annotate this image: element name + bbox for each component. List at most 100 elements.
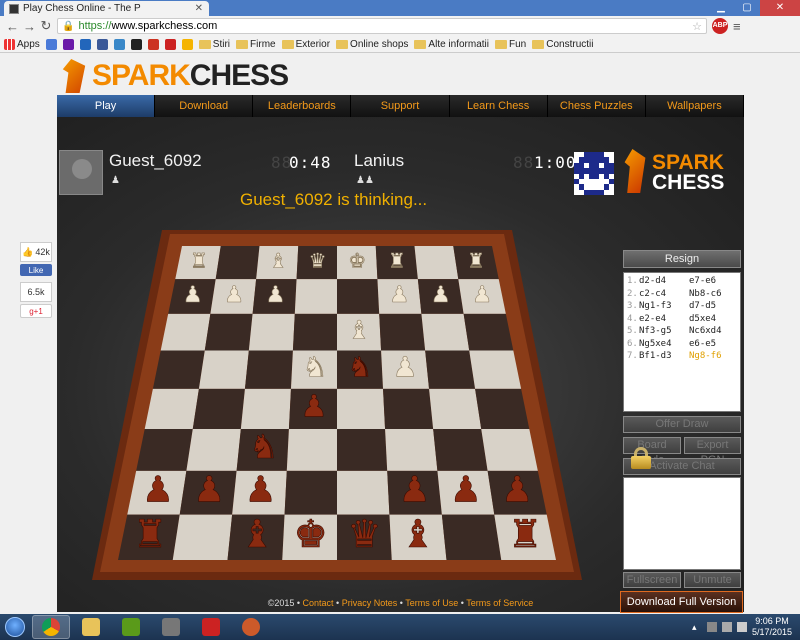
dark-piece[interactable]: ♟: [398, 469, 431, 511]
bookmark-icon-1[interactable]: [45, 38, 57, 50]
adblock-icon[interactable]: ABP: [712, 18, 728, 34]
board-square[interactable]: [244, 350, 293, 389]
dark-piece[interactable]: ♝: [240, 513, 275, 558]
dark-piece[interactable]: ♟: [193, 469, 226, 511]
nav-leaderboards[interactable]: Leaderboards: [253, 95, 352, 117]
light-piece[interactable]: ♟: [430, 282, 451, 309]
dark-piece[interactable]: ♟: [244, 469, 277, 511]
nav-play[interactable]: Play: [57, 95, 156, 117]
bookmark-icon-4[interactable]: [96, 38, 108, 50]
move-row[interactable]: 3. Ng1-f3 d7-d5: [627, 300, 737, 313]
tray-network-icon[interactable]: [721, 622, 732, 632]
bookmark-icon-6[interactable]: [130, 38, 142, 50]
facebook-like-button[interactable]: Like: [20, 264, 52, 276]
url-field[interactable]: 🔒 https://www.sparkchess.com ☆: [57, 18, 707, 34]
unmute-button[interactable]: Unmute: [684, 572, 741, 588]
board-square[interactable]: [286, 429, 337, 471]
dark-piece[interactable]: ♟: [142, 469, 175, 511]
footer-link[interactable]: Privacy Notes: [342, 598, 398, 608]
board-square[interactable]: [463, 313, 514, 351]
start-button[interactable]: [0, 614, 30, 640]
dark-piece[interactable]: ♟: [501, 469, 534, 511]
light-piece[interactable]: ♚: [348, 248, 367, 273]
offer-draw-button[interactable]: Offer Draw: [623, 416, 741, 433]
board-square[interactable]: [136, 429, 193, 471]
120x-app-taskbar-icon[interactable]: [192, 615, 230, 639]
light-piece[interactable]: ♟: [182, 282, 203, 309]
light-piece[interactable]: ♟: [472, 282, 493, 309]
dark-piece[interactable]: ♛: [347, 513, 382, 558]
light-piece[interactable]: ♜: [467, 248, 486, 273]
explorer-taskbar-icon[interactable]: [72, 615, 110, 639]
bookmark-icon-2[interactable]: [62, 38, 74, 50]
board-square[interactable]: [337, 388, 386, 430]
tray-flag-icon[interactable]: [706, 622, 717, 632]
light-piece[interactable]: ♟: [392, 350, 418, 384]
dark-piece[interactable]: ♝: [401, 513, 436, 558]
chrome-taskbar-icon[interactable]: [32, 615, 70, 639]
light-piece[interactable]: ♟: [224, 282, 245, 309]
board-square[interactable]: [421, 313, 470, 351]
board-square[interactable]: [172, 514, 233, 560]
minimize-icon[interactable]: ▁: [708, 0, 734, 16]
board-square[interactable]: [337, 470, 390, 515]
tray-volume-icon[interactable]: [736, 622, 747, 632]
bookmark-icon-3[interactable]: [79, 38, 91, 50]
footer-link[interactable]: Terms of Use: [405, 598, 458, 608]
back-icon[interactable]: ←: [6, 19, 19, 34]
bookmark-firme[interactable]: Firme: [236, 39, 276, 50]
nav-download[interactable]: Download: [155, 95, 254, 117]
board-square[interactable]: [481, 429, 538, 471]
browser-tab[interactable]: Play Chess Online - The P ✕: [4, 1, 209, 16]
footer-link[interactable]: Terms of Service: [466, 598, 533, 608]
export-pgn-button[interactable]: Export PGN: [684, 437, 741, 466]
sparkchess-logo[interactable]: SPARKCHESS: [60, 58, 289, 94]
board-square[interactable]: [337, 429, 388, 471]
board-square[interactable]: [160, 313, 211, 351]
dark-piece[interactable]: ♟: [450, 469, 483, 511]
move-row[interactable]: 6. Ng5xe4 e6-e5: [627, 338, 737, 351]
board-square[interactable]: [192, 388, 245, 430]
bookmark-icon-8[interactable]: [164, 38, 176, 50]
board-square[interactable]: [441, 514, 502, 560]
move-row[interactable]: 4. e2-e4 d5xe4: [627, 313, 737, 326]
board-square[interactable]: [433, 429, 488, 471]
move-row[interactable]: 1. d2-d4 e7-e6: [627, 275, 737, 288]
maximize-icon[interactable]: ▢: [734, 0, 760, 16]
board-square[interactable]: [215, 246, 260, 280]
tab-close-icon[interactable]: ✕: [195, 3, 203, 14]
bookmark-star-icon[interactable]: ☆: [692, 20, 702, 33]
resign-button[interactable]: Resign: [623, 250, 741, 268]
bookmark-icon-9[interactable]: [181, 38, 193, 50]
board-square[interactable]: [385, 429, 438, 471]
footer-link[interactable]: Contact: [303, 598, 334, 608]
bookmark-stiri[interactable]: Stiri: [198, 39, 230, 50]
bookmark-online-shops[interactable]: Online shops: [336, 39, 408, 50]
board-square[interactable]: [284, 470, 337, 515]
chess-board[interactable]: ♜ ♝ ♛ ♚ ♜ ♜♟ ♟ ♟ ♟ ♟ ♟♝♞ ♞ ♟♟♞♟ ♟ ♟ ♟ ♟ ♟♜ ♝ ♚ ♛ ♝ ♜: [92, 212, 582, 587]
board-square[interactable]: [469, 350, 522, 389]
board-square[interactable]: [337, 279, 380, 314]
board-square[interactable]: [379, 313, 426, 351]
light-piece[interactable]: ♟: [265, 282, 286, 309]
light-piece[interactable]: ♞: [302, 350, 328, 384]
move-row[interactable]: 7. Bf1-d3 Ng8-f6: [627, 350, 737, 363]
close-window-icon[interactable]: ✕: [760, 0, 800, 16]
bookmark-alte-informatii[interactable]: Alte informatii: [414, 39, 489, 50]
board-square[interactable]: [152, 350, 205, 389]
dark-piece[interactable]: ♞: [249, 427, 279, 467]
light-piece[interactable]: ♟: [389, 282, 410, 309]
tray-arrow-icon[interactable]: ▴: [692, 622, 702, 632]
dark-piece[interactable]: ♜: [508, 513, 543, 558]
board-square[interactable]: [292, 313, 337, 351]
board-square[interactable]: [429, 388, 482, 430]
nvidia-taskbar-icon[interactable]: [112, 615, 150, 639]
dark-piece[interactable]: ♚: [293, 513, 328, 558]
google-plus-button[interactable]: g+1: [20, 304, 52, 318]
board-square[interactable]: [186, 429, 241, 471]
board-square[interactable]: [475, 388, 530, 430]
bookmark-fun[interactable]: Fun: [495, 39, 526, 50]
light-piece[interactable]: ♜: [190, 248, 209, 273]
board-square[interactable]: [204, 313, 253, 351]
bookmark-icon-5[interactable]: [113, 38, 125, 50]
